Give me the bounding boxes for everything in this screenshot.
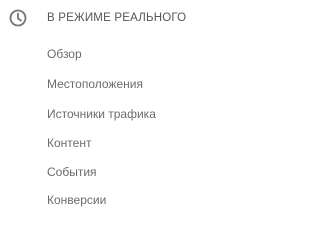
nav-item-label: Конверсии	[47, 193, 107, 207]
clock-icon	[9, 9, 27, 27]
nav-item-traffic-sources[interactable]: Источники трафика	[0, 102, 209, 126]
nav-item-overview[interactable]: Обзор	[0, 42, 209, 66]
nav-item-conversions[interactable]: Конверсии	[0, 188, 209, 212]
realtime-nav: В РЕЖИМЕ РЕАЛЬНОГО Обзор Местоположения …	[0, 0, 209, 212]
nav-item-label: Источники трафика	[47, 107, 156, 121]
nav-item-events[interactable]: События	[0, 160, 209, 184]
nav-item-label: Контент	[47, 136, 92, 150]
nav-item-label: Местоположения	[47, 77, 143, 91]
nav-item-locations[interactable]: Местоположения	[0, 72, 209, 96]
nav-item-content[interactable]: Контент	[0, 131, 209, 155]
realtime-section-header[interactable]: В РЕЖИМЕ РЕАЛЬНОГО	[0, 0, 209, 36]
nav-item-label: Обзор	[47, 47, 82, 61]
nav-item-label: События	[47, 165, 97, 179]
section-title: В РЕЖИМЕ РЕАЛЬНОГО	[47, 12, 187, 24]
